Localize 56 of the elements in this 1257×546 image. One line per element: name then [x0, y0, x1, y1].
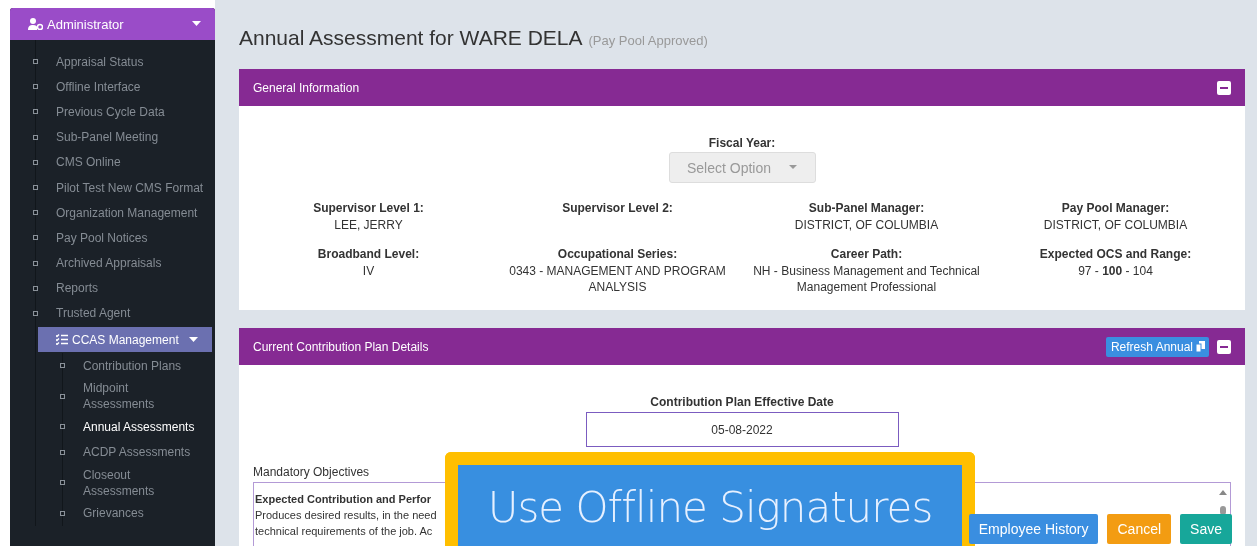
panel-title: Current Contribution Plan Details — [253, 339, 430, 354]
action-button[interactable]: Employee History — [968, 514, 1099, 544]
sidebar-subitem[interactable]: Annual Assessments — [63, 414, 215, 440]
sidebar-group-item[interactable]: CCAS Management — [38, 327, 212, 353]
field-value: LEE, JERRY — [334, 217, 403, 233]
checklist-icon — [56, 334, 68, 346]
copy-icon — [1196, 341, 1205, 352]
field-label: Broadband Level: — [317, 247, 420, 261]
sidebar-subitem[interactable]: ACDP Assessments — [63, 439, 215, 465]
sidebar-header[interactable]: Administrator — [10, 8, 215, 40]
field-label: Contribution Plan Effective Date — [650, 395, 834, 409]
sidebar-item[interactable]: CMS Online — [36, 149, 215, 175]
field-value: NH - Business Management and Technical Management Professional — [752, 263, 981, 295]
field-label: Pay Pool Manager: — [1061, 201, 1170, 215]
approval-status: (Pay Pool Approved) — [588, 33, 708, 48]
sidebar-item[interactable]: Offline Interface — [36, 74, 215, 100]
user-gear-icon — [28, 18, 43, 30]
sidebar-item[interactable]: Sub-Panel Meeting — [36, 124, 215, 150]
action-button[interactable]: Save — [1180, 514, 1232, 544]
sidebar-subitem[interactable]: Midpoint Assessments — [63, 378, 215, 415]
minus-icon — [1220, 345, 1228, 348]
field-label: Expected OCS and Range: — [1039, 247, 1192, 261]
sidebar-subitem[interactable]: Closeout Assessments — [63, 464, 215, 501]
caret-icon — [789, 165, 798, 170]
field-label: Mandatory Objectives — [253, 465, 371, 479]
collapse-button[interactable] — [1217, 80, 1231, 95]
field-label: Career Path: — [830, 247, 903, 261]
field-value: 97 - 100 - 104 — [1078, 263, 1153, 279]
minus-icon — [1220, 86, 1228, 89]
sidebar-item[interactable]: Appraisal Status — [36, 49, 215, 75]
offline-signatures-dialog[interactable]: Use Offline Signatures — [445, 452, 975, 546]
sidebar-item[interactable]: Trusted Agent — [36, 300, 215, 327]
field-label: Fiscal Year: — [708, 136, 776, 150]
field-label: Occupational Series: — [557, 247, 678, 261]
refresh-button[interactable]: Refresh Annual — [1105, 336, 1209, 357]
sidebar-item[interactable]: Reports — [36, 275, 215, 301]
field-value: DISTRICT, OF COLUMBIA — [1043, 217, 1188, 233]
panel-title: General Information — [253, 80, 361, 95]
date-field[interactable]: 05-08-2022 — [585, 412, 899, 447]
sidebar-item[interactable]: Previous Cycle Data — [36, 99, 215, 125]
sidebar-item[interactable]: Pay Pool Notices — [36, 225, 215, 251]
collapse-button[interactable] — [1217, 339, 1231, 354]
sidebar-item[interactable]: Pilot Test New CMS Format — [36, 174, 215, 201]
caret-icon — [192, 21, 201, 27]
sidebar-subitem[interactable]: Contribution Plans — [63, 353, 215, 379]
caret-icon — [189, 336, 198, 343]
sidebar-subitem[interactable]: Grievances — [63, 500, 215, 526]
field-value: DISTRICT, OF COLUMBIA — [794, 217, 939, 233]
field-label: Sub-Panel Manager: — [808, 201, 925, 215]
page-title: Annual Assessment for WARE DELA — [239, 26, 583, 50]
field-label: Supervisor Level 1: — [313, 201, 424, 215]
field-value: IV — [362, 263, 375, 279]
field-label: Supervisor Level 2: — [562, 201, 673, 215]
sidebar-item[interactable]: Organization Management — [36, 200, 215, 226]
field-value: 0343 - MANAGEMENT AND PROGRAM ANALYSIS — [508, 263, 727, 295]
sidebar-item[interactable]: Archived Appraisals — [36, 250, 215, 276]
